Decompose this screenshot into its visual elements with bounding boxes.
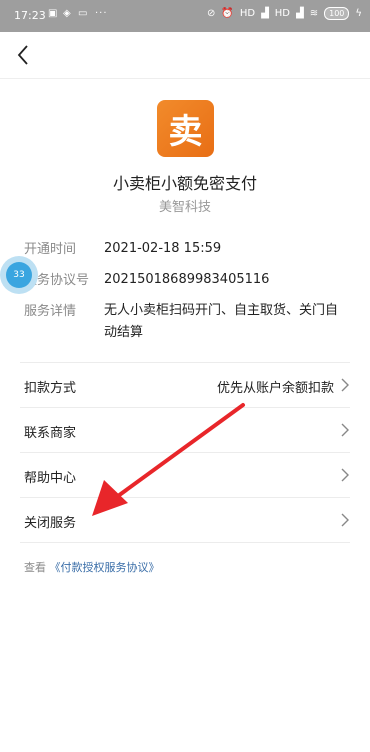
alarm-icon: ⏰ (221, 8, 234, 19)
charging-icon: ϟ (355, 8, 362, 19)
menu-label: 联系商家 (24, 426, 77, 441)
status-bar: 17:23 ▣ ◈ ▭ ··· ⊘ ⏰ HD ▟ HD ▟ ≋ 100 ϟ (0, 0, 370, 32)
chevron-right-icon (341, 468, 349, 482)
detail-value: 2021-02-18 15:59 (104, 241, 222, 256)
chevron-right-icon (341, 513, 349, 527)
detail-value: 无人小卖柜扫码开门、自主取货、关门自动结算 (104, 303, 339, 340)
agreement-link[interactable]: 《付款授权服务协议》 (50, 561, 160, 574)
divider (20, 542, 350, 543)
signal-label-1: HD (239, 8, 256, 19)
service-merchant: 美智科技 (158, 200, 211, 215)
signal-label-2: HD (274, 8, 291, 19)
more-dots-icon: ··· (95, 8, 108, 19)
menu-value: 优先从账户余额扣款 (216, 381, 334, 396)
menu-payment-method[interactable]: 扣款方式 优先从账户余额扣款 (0, 363, 370, 408)
status-time: 17:23 (14, 9, 46, 22)
agreement-prefix: 查看 (24, 561, 46, 574)
floating-assistant-bubble[interactable]: 33 (0, 256, 38, 294)
shield-icon: ◈ (63, 8, 71, 19)
back-icon[interactable] (10, 40, 40, 70)
service-icon-char: 卖 (168, 112, 203, 152)
detail-label: 服务详情 (24, 304, 77, 319)
battery-indicator: 100 (324, 7, 350, 20)
mail-icon: ▭ (78, 8, 88, 19)
detail-label: 开通时间 (24, 242, 77, 257)
service-title: 小卖柜小额免密支付 (112, 174, 257, 193)
chevron-right-icon (341, 378, 349, 392)
agreement-line: 查看 《付款授权服务协议》 (24, 559, 160, 575)
menu-label: 帮助中心 (24, 471, 77, 486)
floating-bubble-icon: 33 (6, 262, 32, 288)
menu-help-center[interactable]: 帮助中心 (0, 453, 370, 498)
menu-close-service[interactable]: 关闭服务 (0, 498, 370, 543)
detail-value: 20215018689983405116 (104, 272, 270, 287)
signal-icon: ▟ (261, 8, 269, 19)
signal-icon-2: ▟ (296, 8, 304, 19)
status-right-group: ⊘ ⏰ HD ▟ HD ▟ ≋ 100 ϟ (207, 7, 362, 20)
service-app-icon: 卖 (157, 100, 214, 157)
menu-label: 扣款方式 (24, 381, 77, 396)
wifi-icon: ≋ (309, 8, 319, 19)
chevron-right-icon (341, 423, 349, 437)
menu-label: 关闭服务 (24, 516, 77, 531)
sim-icon: ▣ (48, 8, 58, 19)
mute-icon: ⊘ (207, 8, 216, 19)
nav-bar (0, 32, 370, 79)
menu-contact-merchant[interactable]: 联系商家 (0, 408, 370, 453)
